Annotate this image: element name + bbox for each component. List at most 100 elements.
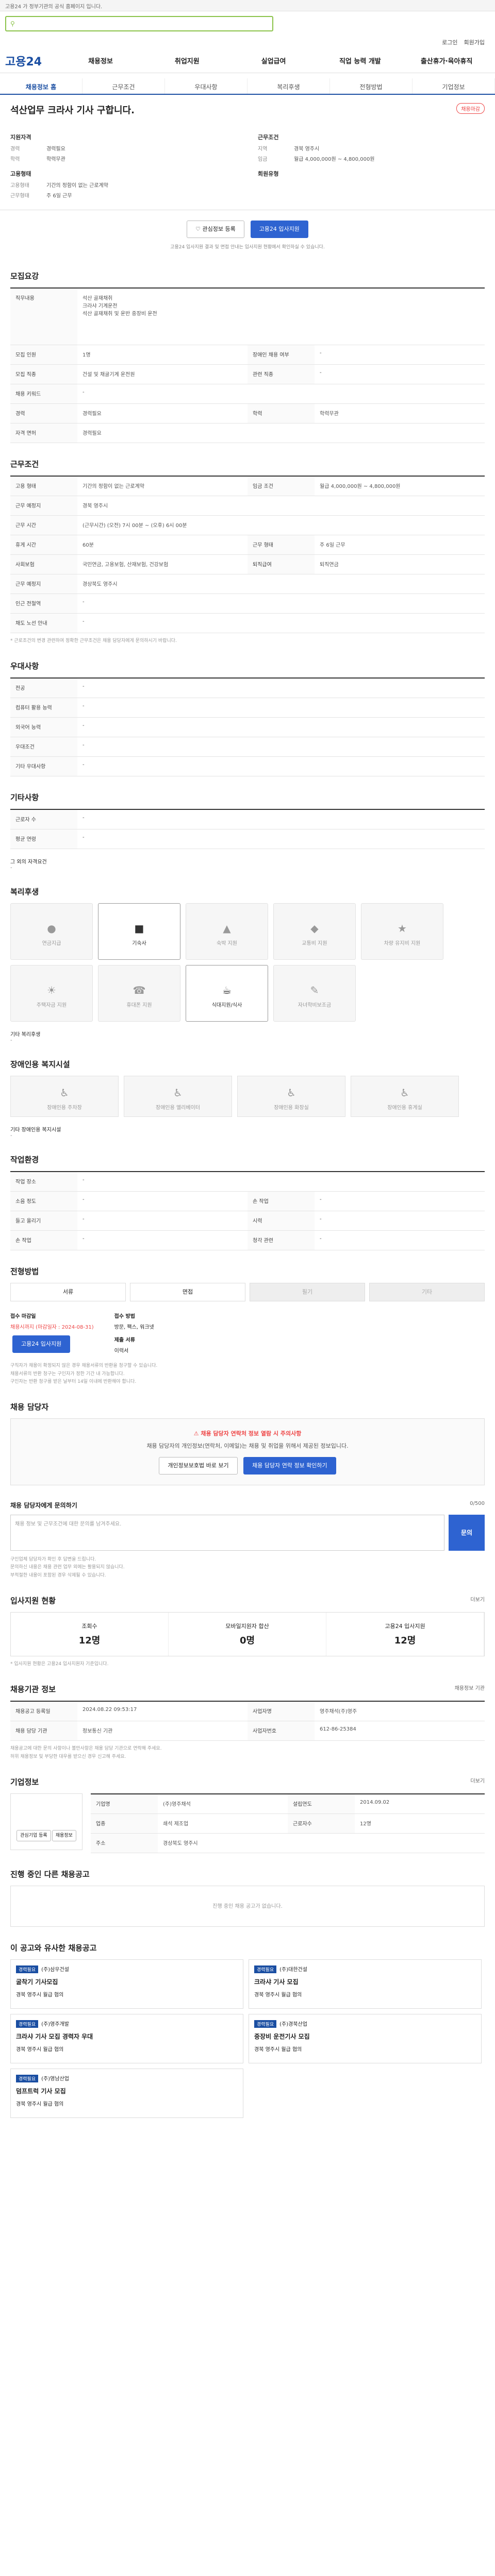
info-link[interactable]: 채용정보 기관: [455, 1684, 485, 1691]
tab-home[interactable]: 채용정보 홈: [0, 78, 82, 94]
stat-value: 0명: [239, 1635, 255, 1647]
cell-value: 월급 4,000,000원 ~ 4,800,000원: [320, 484, 401, 489]
privacy-law-button[interactable]: 개인정보보호법 바로 보기: [159, 1457, 238, 1475]
tab-preference[interactable]: 우대사항: [165, 78, 248, 94]
list-item[interactable]: 경력필요 (주)영주개발 크라샤 기사 모집 경력자 우대 경북 영주시 월급 협의: [10, 2013, 243, 2063]
rec-title[interactable]: 굴착기 기사모집: [16, 1977, 238, 1986]
rec-title[interactable]: 덤프트럭 기사 모집: [16, 2087, 238, 2095]
rec-header: 경력필요 (주)삼우건설: [16, 1965, 238, 1973]
process-note: 구직자가 채용이 확정되지 않은 경우 채용서류의 반환을 청구할 수 있습니다…: [10, 1363, 158, 1369]
cell-label: 사회보험: [10, 555, 77, 574]
process-apply-button[interactable]: 고용24 입사지원: [12, 1335, 71, 1353]
welfare-label: 자녀학비보조금: [298, 1003, 332, 1009]
company-more-link[interactable]: 더보기: [470, 1776, 485, 1784]
cell-label: 근무 예정지: [10, 496, 77, 515]
rec-pay: 월급 협의: [281, 1992, 302, 1998]
stats-section: 입사지원 현황 더보기 조회수 12명 모바일지원자 합산 0명 고용24 입사지원 1…: [0, 1585, 495, 1673]
rec-tag: 경력필요: [16, 2074, 39, 2082]
company-jobs-button[interactable]: 채용정보: [52, 1829, 76, 1841]
tab-conditions[interactable]: 근무조건: [82, 78, 165, 94]
view-contact-button[interactable]: 채용 담당자 연락 정보 확인하기: [243, 1457, 336, 1475]
list-item[interactable]: 경력필요 (주)삼우건설 굴착기 기사모집 경북 영주시 월급 협의: [10, 1959, 243, 2009]
table-row: 채용공고 등록일 2024.08.22 09:53:17 사업자명 영주채석(주)영주: [10, 1702, 485, 1722]
qa-note: 구인업체 담당자가 확인 후 답변을 드립니다.: [10, 1557, 96, 1563]
accessibility-icon: ♿: [400, 1087, 409, 1099]
cell-value: (근무시간) (오전) 7시 00분 ~ (오후) 6시 00분: [82, 523, 187, 529]
etc-extra-label: 그 외의 자격요건: [10, 859, 47, 866]
tab-process[interactable]: 전형방법: [330, 78, 412, 94]
cell-label: 평균 연령: [10, 829, 77, 849]
table-row: 들고 올리기 - 시력 -: [10, 1211, 485, 1231]
welfare-card: ◆ 교통비 지원: [273, 903, 356, 960]
list-item[interactable]: 경력필요 (주)대한건설 크라샤 기사 모집 경북 영주시 월급 협의: [249, 1959, 482, 2009]
login-link[interactable]: 로그인: [442, 38, 457, 46]
welfare-label: 차량 유지비 지원: [384, 941, 421, 947]
job-summary: 채용마감 석산업무 크라사 기사 구합니다. 지원자격 경력 경력필요 학력 학력무…: [0, 95, 495, 210]
table-row: 근무 예정지 경상북도 영주시: [10, 574, 485, 594]
rec-title[interactable]: 크라샤 기사 모집: [254, 1977, 476, 1986]
gnb-item-jobs[interactable]: 채용정보: [57, 56, 144, 65]
etc-extra-value: -: [10, 865, 12, 871]
table-row: 인근 전철역 -: [10, 594, 485, 614]
access-section: 장애인용 복지시설 ♿ 장애인용 주차장 ♿ 장애인용 엘리베이터 ♿ 장애인용 화장실 ♿…: [0, 1048, 495, 1144]
qa-count: 0/500: [470, 1501, 485, 1507]
access-card: ♿ 장애인용 화장실: [237, 1076, 345, 1117]
tab-company[interactable]: 기업정보: [412, 78, 495, 94]
status-badge: 채용마감: [456, 103, 485, 114]
cell-label: 기업명: [91, 1794, 158, 1814]
table-row: 고용 형태 기간의 정함이 없는 근로계약 임금 조건 월급 4,000,000원 ~…: [10, 477, 485, 496]
search-input[interactable]: ⚲: [5, 16, 273, 31]
scrap-button[interactable]: ♡ 관심정보 등록: [187, 221, 244, 238]
company-fav-button[interactable]: 관심기업 등록: [16, 1829, 51, 1841]
stats-more-link[interactable]: 더보기: [470, 1595, 485, 1603]
info-section: 채용기관 정보 채용정보 기관 채용공고 등록일 2024.08.22 09:53:…: [0, 1673, 495, 1766]
welfare-card: ★ 차량 유지비 지원: [361, 903, 443, 960]
cell-label: 손 작업: [10, 1231, 77, 1250]
table-row: 컴퓨터 활용 능력 -: [10, 698, 485, 718]
qa-note: 문의하신 내용은 채용 관련 업무 외에는 활용되지 않습니다.: [10, 1565, 125, 1570]
type-label: 고용형태: [10, 183, 29, 189]
gnb-item-leave[interactable]: 출산휴가·육아휴직: [403, 56, 490, 65]
list-item[interactable]: 경력필요 (주)영남산업 덤프트럭 기사 모집 경북 영주시 월급 협의: [10, 2068, 243, 2118]
cell-label: 채용공고 등록일: [10, 1702, 77, 1721]
gnb-item-training[interactable]: 직업 능력 개발: [317, 56, 403, 65]
gnb-item-support[interactable]: 취업지원: [144, 56, 230, 65]
apply-button[interactable]: 고용24 입사지원: [250, 221, 308, 238]
cell-label: 고용 형태: [10, 477, 77, 496]
cell-label: 사업자번호: [248, 1721, 315, 1741]
qualification-heading: 지원자격: [10, 134, 31, 141]
cell-label: 근무 예정지: [10, 574, 77, 594]
rec-meta: 경북 영주시 월급 협의: [16, 2045, 238, 2053]
cell-value: 정보통신 기관: [82, 1728, 113, 1735]
cell-value: 2014.09.02: [360, 1799, 390, 1805]
docs-label: 제출 서류: [114, 1337, 135, 1344]
gnb-item-benefit[interactable]: 실업급여: [230, 56, 317, 65]
welfare-title: 복리후생: [10, 887, 39, 897]
list-item[interactable]: 경력필요 (주)경북산업 중장비 운전기사 모집 경북 영주시 월급 협의: [249, 2013, 482, 2063]
cell-value: 학력무관: [320, 411, 339, 417]
docs-value: 이력서: [114, 1348, 129, 1354]
warning-icon: ⚠: [193, 1430, 199, 1437]
cell-label: 근무 시간: [10, 516, 77, 535]
info-title: 채용기관 정보: [10, 1685, 56, 1694]
work-section: 작업환경 작업 장소 - 소음 정도 - 손 작업 - 들고 올리기 - 시력 - 손 작업 - 청각 …: [0, 1144, 495, 1256]
rec-title[interactable]: 중장비 운전기사 모집: [254, 2032, 476, 2041]
work-title: 작업환경: [10, 1155, 39, 1165]
cell-value: 12명: [360, 1821, 371, 1827]
signup-link[interactable]: 회원가입: [464, 38, 485, 46]
access-title: 장애인용 복지시설: [10, 1060, 70, 1070]
welfare-label: 교통비 지원: [302, 941, 327, 947]
access-label: 장애인용 휴게실: [387, 1105, 422, 1111]
cell-value: -: [82, 1177, 85, 1183]
tab-welfare[interactable]: 복리후생: [248, 78, 330, 94]
rec-title[interactable]: 크라샤 기사 모집 경력자 우대: [16, 2032, 238, 2041]
cell-label: 관련 직종: [248, 365, 315, 384]
qa-title: 채용 담당자에게 문의하기: [10, 1502, 77, 1510]
pay-label: 임금: [258, 157, 268, 162]
site-logo[interactable]: 고용24: [5, 53, 42, 69]
table-row: 주소 경상북도 영주시: [91, 1833, 485, 1853]
qa-submit-button[interactable]: 문의: [449, 1515, 485, 1551]
access-extra-label: 기타 장애인용 복지시설: [10, 1127, 61, 1133]
qa-textarea[interactable]: 채용 정보 및 근무조건에 대한 문의를 남겨주세요.: [10, 1515, 444, 1551]
hours-label: 근무형태: [10, 193, 29, 199]
